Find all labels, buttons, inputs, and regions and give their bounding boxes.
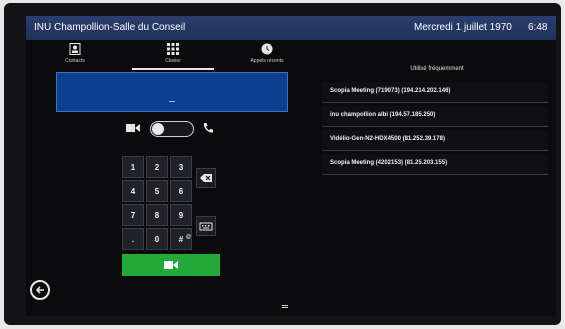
dial-input[interactable] <box>56 72 288 112</box>
video-camera-icon <box>126 124 140 132</box>
recent-calls-icon <box>261 43 273 55</box>
current-date: Mercredi 1 juillet 1970 <box>414 22 512 33</box>
frequent-item[interactable]: Scopia Meeting (4202153) (81.25.203.155) <box>322 154 548 175</box>
backspace-button[interactable] <box>196 168 216 188</box>
back-arrow-icon <box>35 286 44 294</box>
call-mode-switch-row <box>126 120 218 140</box>
current-time: 6:48 <box>528 22 548 33</box>
key-hash[interactable]: # @ <box>170 228 192 250</box>
frequent-item[interactable]: inu champollion albi (194.57.185.250) <box>322 106 548 127</box>
video-call-button[interactable] <box>122 254 220 276</box>
toggle-knob <box>152 123 164 135</box>
key-5[interactable]: 5 <box>146 180 168 202</box>
text-caret <box>169 101 175 102</box>
tab-contacts[interactable]: Contacts <box>30 42 120 76</box>
keypad-icon <box>167 43 179 55</box>
phone-icon <box>203 123 213 133</box>
frequent-item-label: Vidélio-Gen-N2-HDX4500 (81.252.39.178) <box>330 136 445 142</box>
frequent-item-label: inu champollion albi (194.57.185.250) <box>330 112 436 118</box>
frequent-item[interactable]: Scopia Meeting (719073) (194.214.202.146… <box>322 82 548 103</box>
frequent-item[interactable]: Vidélio-Gen-N2-HDX4500 (81.252.39.178) <box>322 130 548 151</box>
touch-panel-screen: INU Champollion-Salle du Conseil Mercred… <box>26 16 556 316</box>
key-hash-sublabel: @ <box>186 234 191 240</box>
keyboard-icon <box>199 222 213 231</box>
menu-handle-icon[interactable] <box>282 304 288 310</box>
contacts-icon <box>69 43 81 55</box>
key-8[interactable]: 8 <box>146 204 168 226</box>
key-4[interactable]: 4 <box>122 180 144 202</box>
key-1[interactable]: 1 <box>122 156 144 178</box>
key-3[interactable]: 3 <box>170 156 192 178</box>
key-7[interactable]: 7 <box>122 204 144 226</box>
room-name: INU Champollion-Salle du Conseil <box>34 22 186 33</box>
key-hash-label: # <box>178 235 184 244</box>
frequent-contacts-panel: Utilisé fréquemment Scopia Meeting (7190… <box>322 56 552 206</box>
frequent-item-label: Scopia Meeting (719073) (194.214.202.146… <box>330 88 451 94</box>
key-9[interactable]: 9 <box>170 204 192 226</box>
tab-clavier[interactable]: Clavier <box>128 42 218 76</box>
tab-appels-recents[interactable]: Appels récents <box>222 42 312 76</box>
backspace-icon <box>200 174 212 182</box>
keyboard-button[interactable] <box>196 216 216 236</box>
tab-appels-recents-label: Appels récents <box>250 58 284 64</box>
video-camera-icon <box>164 261 178 269</box>
video-audio-toggle[interactable] <box>150 121 194 137</box>
tab-contacts-label: Contacts <box>65 58 85 64</box>
tab-clavier-label: Clavier <box>165 58 181 64</box>
active-tab-indicator <box>132 68 214 70</box>
key-2[interactable]: 2 <box>146 156 168 178</box>
key-6[interactable]: 6 <box>170 180 192 202</box>
key-0[interactable]: 0 <box>146 228 168 250</box>
back-button[interactable] <box>30 280 50 300</box>
header-bar: INU Champollion-Salle du Conseil Mercred… <box>26 16 556 40</box>
key-dot[interactable]: . <box>122 228 144 250</box>
monitor-bezel: INU Champollion-Salle du Conseil Mercred… <box>4 3 561 325</box>
frequent-item-label: Scopia Meeting (4202153) (81.25.203.155) <box>330 160 448 166</box>
frequent-heading: Utilisé fréquemment <box>410 66 464 72</box>
dial-keypad: 1 2 3 4 5 6 7 8 9 . 0 # @ <box>122 156 218 252</box>
